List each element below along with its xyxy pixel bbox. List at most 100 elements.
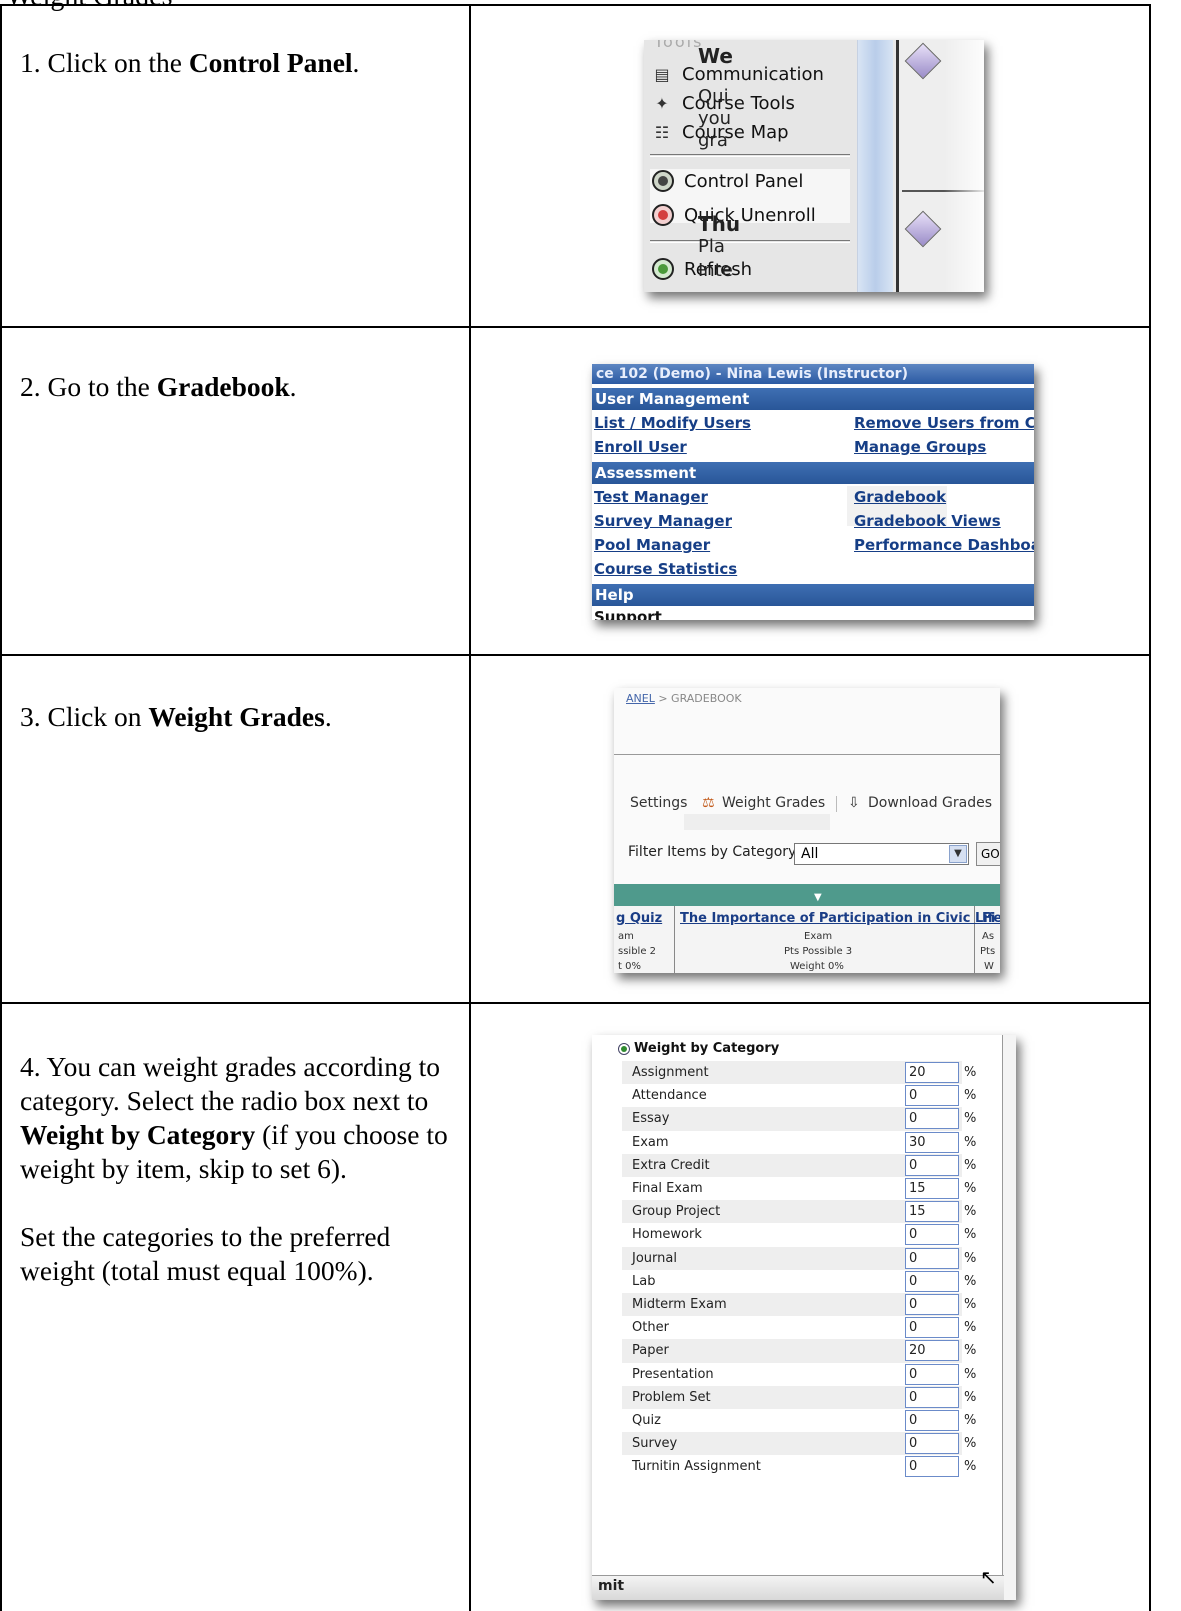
gradebook-screenshot: ANEL > GRADEBOOK Settings ⚖ Weight Grade… [614,688,1000,973]
category-row: Problem Set 0% [622,1385,976,1409]
percent-sign: % [964,1134,977,1150]
settings-button[interactable]: Settings [630,795,687,811]
category-row: Turnitin Assignment 0% [622,1455,976,1478]
column-meta: Exam [804,931,833,942]
step-text: Go to the [47,371,150,402]
category-label: Extra Credit [632,1157,710,1173]
category-weight-input[interactable]: 0 [905,1108,959,1130]
category-weight-input[interactable]: 0 [905,1456,959,1478]
grid-header-bar: ▼ [614,884,1000,906]
menu-item-label: Control Panel [684,170,804,192]
category-row: Journal 0% [622,1246,976,1270]
category-label: Survey [632,1436,678,1452]
category-label: Journal [632,1250,677,1266]
weight-by-category-label: Weight by Category [634,1041,780,1056]
course-title-bar: ce 102 (Demo) - Nina Lewis (Instructor) [592,364,1034,384]
category-weight-input[interactable]: 20 [905,1062,959,1083]
category-label: Paper [632,1343,669,1359]
weight-by-category-option[interactable]: Weight by Category [618,1041,779,1056]
menu-item-control-panel[interactable]: Control Panel [652,170,803,192]
control-panel-icon [652,170,674,192]
category-weight-input[interactable]: 0 [905,1224,959,1246]
gradebook-views-link[interactable]: Gradebook Views [854,512,1001,530]
category-weight-input[interactable]: 15 [905,1201,959,1223]
manage-groups-link[interactable]: Manage Groups [854,438,986,456]
category-label: Assignment [632,1065,709,1080]
row-divider-3 [0,1002,1151,1004]
heading-fragment: Weight Grades [6,0,172,14]
category-weight-input[interactable]: 0 [905,1085,959,1107]
step-4-instruction: 4. You can weight grades according to ca… [20,1050,468,1288]
column-divider [469,4,471,1611]
category-row: Exam 30% [622,1131,976,1154]
category-label: Attendance [632,1088,707,1104]
scale-icon: ⚖ [702,795,715,811]
category-label: Midterm Exam [632,1297,727,1312]
category-weight-input[interactable]: 30 [905,1131,959,1153]
step-2-instruction: 2. Go to the Gradebook. [20,370,468,404]
category-weight-input[interactable]: 0 [905,1294,959,1315]
category-weight-input[interactable]: 0 [905,1247,959,1269]
book-icon: ☷ [654,122,670,142]
weight-grades-button[interactable]: Weight Grades [722,795,825,811]
survey-manager-link[interactable]: Survey Manager [594,512,732,530]
table-right-border [1149,4,1151,1611]
step-text-end: . [289,371,297,402]
percent-sign: % [964,1088,977,1104]
test-manager-link[interactable]: Test Manager [594,488,708,506]
percent-sign: % [964,1157,977,1173]
percent-sign: % [964,1204,977,1220]
submit-bar: mit [592,1575,1004,1600]
list-modify-users-link[interactable]: List / Modify Users [594,414,751,432]
header-rule [614,754,1000,755]
category-row: Survey 0% [622,1432,976,1456]
step-4-paragraph-1: 4. You can weight grades according to ca… [20,1050,468,1186]
step-text-end: . [352,47,360,78]
category-weight-input[interactable]: 0 [905,1386,959,1408]
edge-fade [944,40,984,292]
column-title[interactable]: Fi [982,911,995,926]
category-row: Lab 0% [622,1270,976,1293]
category-weight-input[interactable]: 15 [905,1178,959,1199]
announcement-text: Qui [698,86,729,107]
category-weight-input[interactable]: 0 [905,1410,959,1431]
category-label: Problem Set [632,1389,711,1405]
tools-icon: ✦ [655,93,669,113]
category-row: Presentation 0% [622,1363,976,1386]
category-weight-input[interactable]: 0 [905,1317,959,1339]
category-row: Assignment 20% [622,1061,976,1085]
gradebook-link[interactable]: Gradebook [854,488,946,506]
category-weight-input[interactable]: 0 [905,1363,959,1385]
column-title[interactable]: g Quiz [616,911,662,926]
step-text: You can weight grades according to categ… [20,1051,441,1116]
category-row: Other 0% [622,1316,976,1339]
category-weight-input[interactable]: 20 [905,1340,959,1362]
menu-scroll-rail [857,40,893,292]
sort-arrow-icon[interactable]: ▼ [814,892,822,903]
chevron-down-icon[interactable]: ▼ [949,845,967,863]
enroll-user-link[interactable]: Enroll User [594,438,687,456]
table-left-border [0,4,2,1611]
performance-dashboard-link[interactable]: Performance Dashboard [854,536,1034,554]
remove-users-link[interactable]: Remove Users from Cou [854,414,1034,432]
breadcrumb-link[interactable]: ANEL [626,692,655,705]
pool-manager-link[interactable]: Pool Manager [594,536,710,554]
column-title[interactable]: The Importance of Participation in Civic… [680,911,1000,926]
download-grades-button[interactable]: Download Grades [868,795,992,811]
percent-sign: % [964,1273,977,1289]
announcement-text: Pla [698,236,725,257]
submit-button[interactable]: mit [598,1578,624,1594]
category-filter-select[interactable]: All ▼ [794,843,969,865]
column-meta: Pts [980,946,996,957]
go-button[interactable]: GO [976,842,1000,866]
course-statistics-link[interactable]: Course Statistics [594,560,737,578]
column-divider [674,906,675,973]
category-weight-input[interactable]: 0 [905,1154,959,1176]
menu-item-communication[interactable]: ▤ Communication [652,64,823,85]
step-4-paragraph-2: Set the categories to the preferred weig… [20,1221,391,1286]
radio-button-selected[interactable] [618,1042,630,1055]
category-weight-input[interactable]: 0 [905,1433,959,1455]
percent-sign: % [964,1181,977,1196]
category-weight-input[interactable]: 0 [905,1270,959,1292]
step-3-instruction: 3. Click on Weight Grades. [20,700,468,734]
